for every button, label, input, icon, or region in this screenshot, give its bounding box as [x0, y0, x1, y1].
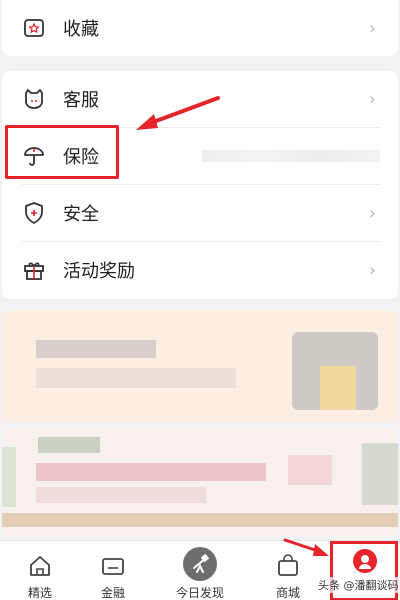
blurred-block [36, 487, 206, 503]
blurred-detail [202, 150, 380, 162]
menu-item-label: 收藏 [63, 19, 99, 40]
blurred-block [288, 455, 332, 485]
chevron-right-icon: › [368, 88, 376, 110]
favorites-card: 收藏 › [2, 0, 398, 56]
tab-label: 精选 [27, 586, 52, 600]
chevron-right-icon: › [368, 259, 376, 281]
blurred-image [362, 443, 398, 505]
tab-label: 今日发现 [175, 586, 224, 600]
annotation-arrow-icon [283, 538, 329, 556]
annotation-arrow-icon [136, 96, 220, 130]
menu-item-label: 安全 [63, 204, 99, 225]
menu-item-security[interactable]: 安全 › [2, 185, 398, 241]
cat-face-icon [22, 87, 46, 111]
blurred-block [320, 366, 356, 410]
watermark-text: 头条 @潘翻谈码 [318, 577, 399, 593]
tab-finance[interactable]: 金融 [73, 541, 153, 600]
chevron-right-icon: › [368, 202, 376, 224]
promo-banner-blurred[interactable] [2, 427, 398, 535]
blurred-block [2, 513, 398, 527]
chevron-right-icon: › [368, 17, 376, 39]
annotation-highlight-box [5, 125, 119, 179]
menu-item-label: 活动奖励 [63, 261, 135, 282]
tab-label: 金融 [100, 586, 125, 600]
shield-plus-icon [22, 201, 46, 225]
blurred-block [36, 463, 266, 481]
tab-discover[interactable]: 今日发现 [160, 541, 240, 600]
telescope-icon [183, 547, 217, 581]
blurred-block [36, 340, 156, 358]
tab-featured[interactable]: 精选 [0, 541, 80, 600]
blurred-block [36, 368, 236, 388]
menu-item-rewards[interactable]: 活动奖励 › [2, 242, 398, 298]
gift-icon [22, 258, 46, 282]
menu-item-favorites[interactable]: 收藏 › [2, 0, 398, 56]
menu-item-label: 客服 [63, 90, 99, 111]
promo-banner-blurred[interactable] [2, 310, 398, 422]
tab-label: 商城 [275, 586, 300, 600]
blurred-block [2, 447, 16, 507]
home-icon [30, 556, 50, 576]
wallet-card-icon [102, 558, 124, 575]
star-in-box-icon [22, 16, 46, 40]
blurred-block [38, 437, 100, 453]
